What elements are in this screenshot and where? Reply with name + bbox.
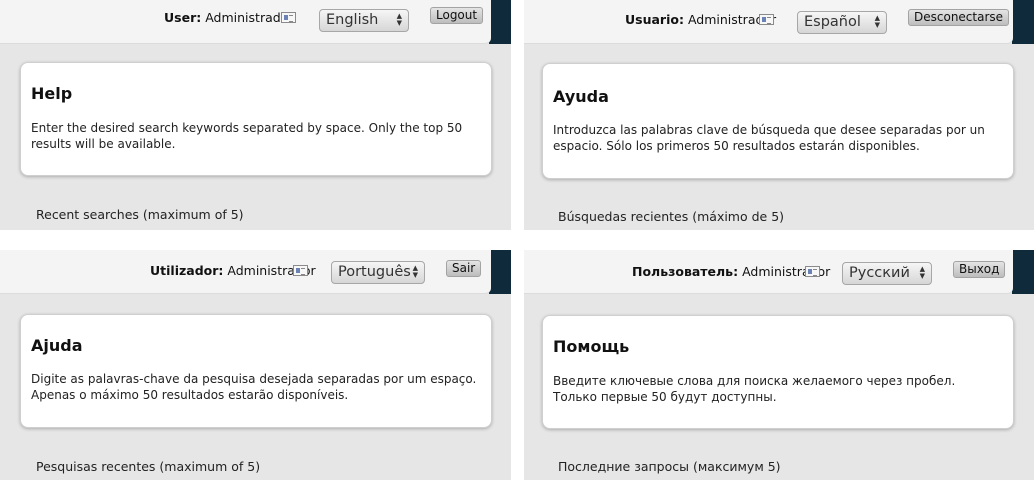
- user-info: Utilizador: Administrador: [150, 263, 316, 278]
- recent-searches-label: Pesquisas recentes (maximum of 5): [36, 459, 261, 474]
- user-info: User: Administrador: [164, 10, 293, 25]
- user-info: Пользователь: Administrador: [632, 264, 830, 279]
- help-text: Enter the desired search keywords separa…: [31, 121, 463, 151]
- id-card-icon[interactable]: [805, 266, 820, 277]
- language-select[interactable]: Русский ▲ ▼: [842, 262, 932, 285]
- language-selected: English: [326, 12, 379, 28]
- help-title: Help: [31, 84, 73, 103]
- updown-arrows-icon: ▲ ▼: [396, 12, 402, 27]
- id-card-icon[interactable]: [293, 265, 308, 276]
- panel-spanish: Usuario: Administrador Español ▲ ▼ Descon…: [524, 0, 1034, 230]
- header-corner: [1012, 0, 1034, 44]
- help-card: Ajuda Digite as palavras-chave da pesqui…: [20, 314, 492, 428]
- user-label: Utilizador:: [150, 263, 224, 278]
- help-title: Ayuda: [553, 87, 609, 106]
- help-text: Introduzca las palabras clave de búsqued…: [553, 123, 985, 153]
- updown-arrows-icon: ▲ ▼: [412, 264, 418, 279]
- id-card-icon[interactable]: [281, 12, 296, 23]
- logout-button[interactable]: Выход: [953, 261, 1006, 278]
- user-info: Usuario: Administrador: [625, 12, 776, 27]
- user-label: Пользователь:: [632, 264, 739, 279]
- header-corner: [1012, 250, 1034, 294]
- updown-arrows-icon: ▲ ▼: [919, 265, 925, 280]
- updown-arrows-icon: ▲ ▼: [874, 14, 880, 29]
- help-title: Помощь: [553, 337, 630, 356]
- help-card: Помощь Введите ключевые слова для поиска…: [542, 315, 1014, 429]
- recent-searches-label: Búsquedas recientes (máximo de 5): [558, 209, 785, 224]
- recent-searches-label: Recent searches (maximum of 5): [36, 207, 244, 222]
- panel-english: User: Administrador English ▲ ▼ Logout He…: [0, 0, 511, 230]
- recent-searches-label: Последние запросы (максимум 5): [558, 459, 781, 474]
- language-selected: Русский: [849, 265, 910, 281]
- panel-russian: Пользователь: Administrador Русский ▲ ▼ В…: [524, 250, 1034, 480]
- help-text: Digite as palavras-chave da pesquisa des…: [31, 372, 477, 402]
- language-select[interactable]: English ▲ ▼: [319, 9, 409, 32]
- help-title: Ajuda: [31, 336, 83, 355]
- help-card: Ayuda Introduzca las palabras clave de b…: [542, 63, 1014, 179]
- language-selected: Português: [338, 264, 411, 280]
- help-card: Help Enter the desired search keywords s…: [20, 62, 492, 176]
- id-card-icon[interactable]: [759, 14, 774, 25]
- header-corner: [489, 0, 511, 44]
- logout-button[interactable]: Sair: [446, 260, 482, 277]
- panel-portuguese: Utilizador: Administrador Português ▲ ▼ S…: [0, 250, 511, 480]
- user-label: Usuario:: [625, 12, 684, 27]
- language-select[interactable]: Español ▲ ▼: [797, 11, 887, 34]
- logout-button[interactable]: Logout: [430, 7, 484, 24]
- help-text: Введите ключевые слова для поиска желаем…: [553, 374, 956, 404]
- language-selected: Español: [804, 14, 861, 30]
- user-label: User:: [164, 10, 202, 25]
- language-select[interactable]: Português ▲ ▼: [331, 261, 425, 284]
- logout-button[interactable]: Desconectarse: [908, 9, 1010, 26]
- header-corner: [489, 250, 511, 294]
